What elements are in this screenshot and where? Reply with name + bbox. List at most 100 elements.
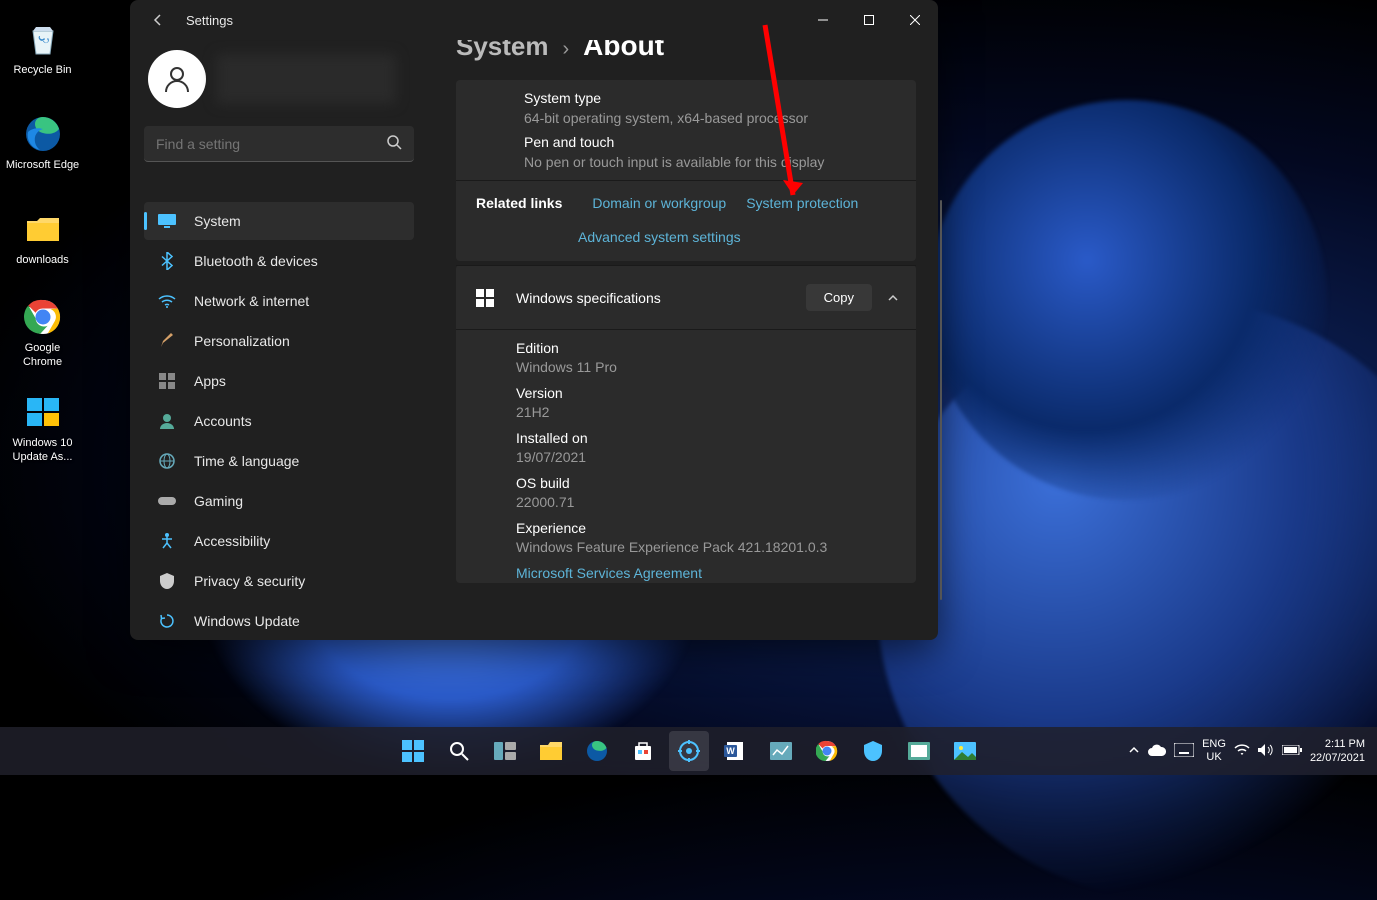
gamepad-icon (158, 492, 176, 510)
windows-specs-card: Windows specifications Copy Edition Windo… (456, 265, 916, 583)
search-button[interactable] (439, 731, 479, 771)
bluetooth-icon (158, 252, 176, 270)
chevron-up-icon[interactable] (886, 291, 900, 305)
desktop-icon-label: Google Chrome (5, 342, 80, 368)
wifi-icon (158, 292, 176, 310)
spec-label: Edition (516, 340, 896, 356)
minimize-button[interactable] (800, 0, 846, 40)
volume-tray-icon[interactable] (1258, 743, 1274, 760)
tray-chevron-icon[interactable] (1128, 744, 1140, 759)
breadcrumb-parent[interactable]: System (456, 40, 549, 62)
search-input[interactable] (144, 126, 414, 162)
link-advanced-system-settings[interactable]: Advanced system settings (578, 229, 741, 245)
nav-label: Accounts (194, 413, 252, 429)
start-button[interactable] (393, 731, 433, 771)
nav-item-bluetooth[interactable]: Bluetooth & devices (144, 242, 414, 280)
spec-value: Windows Feature Experience Pack 421.1820… (516, 539, 896, 555)
desktop-icon-label: Recycle Bin (13, 64, 71, 77)
app-button[interactable] (761, 731, 801, 771)
desktop-icon-label: Windows 10 Update As... (5, 437, 80, 463)
file-explorer-button[interactable] (531, 731, 571, 771)
nav-label: Gaming (194, 493, 243, 509)
spec-value: 21H2 (516, 404, 896, 420)
nav-list: System Bluetooth & devices Network & int… (144, 202, 414, 640)
chevron-right-icon: › (563, 40, 570, 61)
related-links-row: Related links Domain or workgroup System… (456, 180, 916, 261)
desktop-icon-recycle-bin[interactable]: Recycle Bin (5, 5, 80, 90)
windows-update-icon (22, 391, 64, 433)
recycle-bin-icon (22, 18, 64, 60)
keyboard-icon[interactable] (1174, 743, 1194, 760)
page-title: About (583, 40, 664, 62)
app-button-2[interactable] (899, 731, 939, 771)
spec-label: Version (516, 385, 896, 401)
nav-label: Apps (194, 373, 226, 389)
nav-item-network[interactable]: Network & internet (144, 282, 414, 320)
nav-item-windows-update[interactable]: Windows Update (144, 602, 414, 640)
nav-item-personalization[interactable]: Personalization (144, 322, 414, 360)
nav-item-apps[interactable]: Apps (144, 362, 414, 400)
spec-value: Windows 11 Pro (516, 359, 896, 375)
link-ms-services-agreement[interactable]: Microsoft Services Agreement (516, 565, 702, 581)
clock[interactable]: 2:11 PM22/07/2021 (1310, 737, 1365, 766)
wallpaper-shape (927, 100, 1327, 500)
nav-item-system[interactable]: System (144, 202, 414, 240)
edge-button[interactable] (577, 731, 617, 771)
nav-item-time-language[interactable]: Time & language (144, 442, 414, 480)
edge-icon (22, 113, 64, 155)
section-title: Windows specifications (516, 290, 806, 306)
taskbar-center: W (393, 731, 985, 771)
security-button[interactable] (853, 731, 893, 771)
settings-button[interactable] (669, 731, 709, 771)
word-button[interactable]: W (715, 731, 755, 771)
search-icon (386, 134, 402, 155)
wifi-tray-icon[interactable] (1234, 744, 1250, 759)
desktop-icon-downloads[interactable]: downloads (5, 195, 80, 280)
update-icon (158, 612, 176, 630)
nav-item-gaming[interactable]: Gaming (144, 482, 414, 520)
link-domain-workgroup[interactable]: Domain or workgroup (592, 195, 726, 211)
apps-icon (158, 372, 176, 390)
spec-label: OS build (516, 475, 896, 491)
sidebar: System Bluetooth & devices Network & int… (130, 40, 428, 640)
desktop-icon-label: downloads (16, 254, 69, 267)
desktop-icon-edge[interactable]: Microsoft Edge (5, 100, 80, 185)
nav-item-privacy[interactable]: Privacy & security (144, 562, 414, 600)
nav-item-accessibility[interactable]: Accessibility (144, 522, 414, 560)
spec-label: System type (524, 90, 896, 106)
onedrive-icon[interactable] (1148, 744, 1166, 759)
link-system-protection[interactable]: System protection (746, 195, 858, 211)
system-icon (158, 212, 176, 230)
accessibility-icon (158, 532, 176, 550)
maximize-button[interactable] (846, 0, 892, 40)
chrome-button[interactable] (807, 731, 847, 771)
breadcrumb: System › About (456, 40, 916, 62)
desktop-icon-win10-update[interactable]: Windows 10 Update As... (5, 385, 80, 470)
spec-value: No pen or touch input is available for t… (524, 154, 896, 170)
window-title: Settings (186, 13, 233, 28)
close-button[interactable] (892, 0, 938, 40)
person-icon (158, 412, 176, 430)
language-indicator[interactable]: ENGUK (1202, 738, 1226, 764)
section-header[interactable]: Windows specifications Copy (456, 265, 916, 329)
nav-label: Privacy & security (194, 573, 305, 589)
nav-label: Time & language (194, 453, 299, 469)
windows-icon (476, 289, 494, 307)
user-row[interactable] (144, 50, 414, 108)
battery-tray-icon[interactable] (1282, 745, 1302, 758)
desktop-icon-chrome[interactable]: Google Chrome (5, 290, 80, 375)
nav-label: Network & internet (194, 293, 309, 309)
store-button[interactable] (623, 731, 663, 771)
svg-text:W: W (726, 746, 735, 756)
content: System › About System type 64-bit operat… (428, 40, 938, 640)
copy-button[interactable]: Copy (806, 284, 872, 311)
nav-label: Bluetooth & devices (194, 253, 318, 269)
folder-icon (22, 208, 64, 250)
nav-item-accounts[interactable]: Accounts (144, 402, 414, 440)
titlebar: Settings (130, 0, 938, 40)
user-name-redacted (216, 54, 396, 104)
task-view-button[interactable] (485, 731, 525, 771)
photos-button[interactable] (945, 731, 985, 771)
spec-value: 64-bit operating system, x64-based proce… (524, 110, 896, 126)
back-button[interactable] (148, 10, 168, 30)
